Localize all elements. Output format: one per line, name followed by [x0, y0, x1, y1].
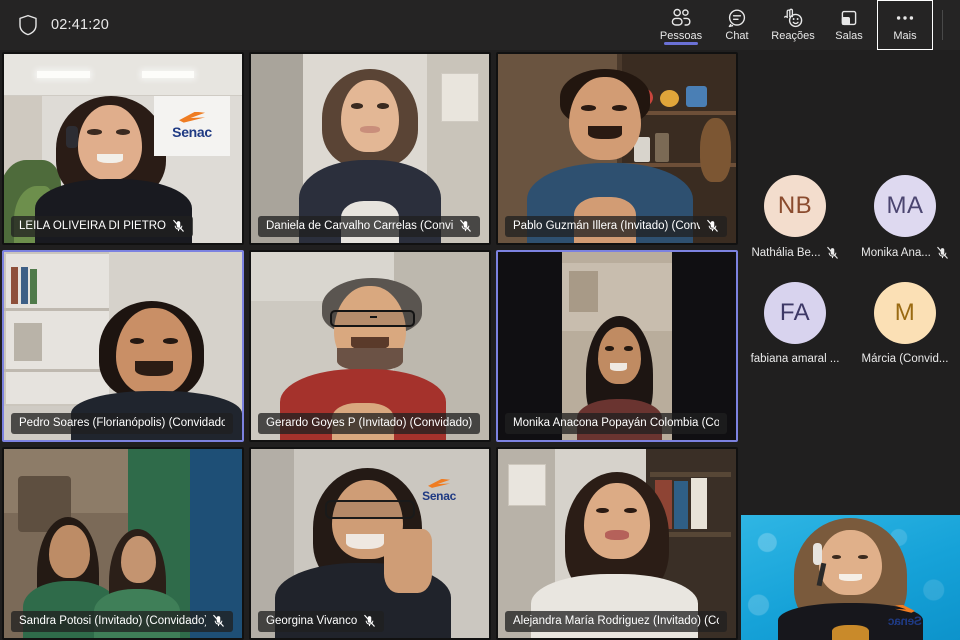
people-icon [670, 7, 692, 29]
shield-icon [18, 14, 38, 36]
senac-wordmark: Senac [422, 488, 456, 503]
video-tile-monika[interactable]: Monika Anacona Popayán Colombia (Co... [496, 249, 738, 443]
participant-name: Nathália Be... [751, 247, 821, 259]
toolbar-button-mais[interactable]: Mais [877, 0, 933, 50]
mic-muted-icon [364, 614, 376, 627]
participant-name-chip: Georgina Vivanco [258, 611, 385, 632]
mic-muted-icon [826, 246, 838, 259]
video-stream [4, 449, 242, 638]
avatar: FA [764, 282, 826, 344]
toolbar-button-salas[interactable]: Salas [821, 0, 877, 50]
mic-muted-icon [173, 219, 184, 232]
toolbar-button-chat[interactable]: Chat [709, 0, 765, 50]
video-grid: Senac LEILA OLIVEIRA DI PIETRO Daniela d… [0, 50, 740, 640]
chat-icon [727, 7, 747, 29]
mic-muted-icon [213, 614, 224, 627]
participant-name: LEILA OLIVEIRA DI PIETRO [19, 219, 167, 232]
participant-name: Márcia (Convid... [861, 353, 949, 365]
toolbar-button-reacoes[interactable]: Reações [765, 0, 821, 50]
video-tile-alejandra[interactable]: Alejandra María Rodriguez (Invitado) (Co… [496, 447, 738, 640]
senac-swoosh-icon [179, 111, 206, 123]
active-tab-underline [664, 42, 698, 45]
participant-name-chip: LEILA OLIVEIRA DI PIETRO [11, 215, 194, 237]
senac-swoosh-icon [428, 478, 451, 488]
video-tile-gerardo[interactable]: Gerardo Goyes P (Invitado) (Convidado) [249, 249, 491, 443]
avatar-caption: Márcia (Convid... [862, 353, 949, 365]
video-tile-pedro[interactable]: Pedro Soares (Florianópolis) (Convidado) [2, 249, 244, 443]
avatar-caption: fabiana amaral ... [751, 353, 840, 365]
avatar: M [874, 282, 936, 344]
meeting-timer: 02:41:20 [51, 17, 110, 33]
video-stream [498, 449, 736, 638]
toolbar-divider [942, 10, 943, 40]
participant-name-chip: Gerardo Goyes P (Invitado) (Convidado) [258, 413, 480, 435]
participant-name: Monika Ana... [861, 247, 931, 259]
participant-name: Pablo Guzmán Illera (Invitado) (Convi... [513, 219, 700, 232]
avatar-participants-list: NB Nathália Be... MA Monika Ana... FA fa… [740, 175, 960, 365]
participant-name: Gerardo Goyes P (Invitado) (Convidado) [266, 417, 472, 430]
participant-name: Alejandra María Rodriguez (Invitado) (Co… [513, 615, 719, 627]
participant-name: Pedro Soares (Florianópolis) (Convidado) [19, 417, 225, 430]
video-tile-pablo[interactable]: Pablo Guzmán Illera (Invitado) (Convi... [496, 52, 738, 245]
senac-wordmark: Senac [172, 123, 212, 140]
toolbar-label-reacoes: Reações [771, 30, 815, 42]
avatar-participant-monika[interactable]: MA Monika Ana... [850, 175, 960, 260]
toolbar-button-pessoas[interactable]: Pessoas [653, 0, 709, 50]
video-stream [251, 54, 489, 243]
video-stream [498, 54, 736, 243]
video-stream [251, 251, 489, 441]
video-tile-leila[interactable]: Senac LEILA OLIVEIRA DI PIETRO [2, 52, 244, 245]
avatar-caption: Monika Ana... [861, 246, 949, 260]
video-tile-sandra[interactable]: Sandra Potosi (Invitado) (Convidado) [2, 447, 244, 640]
self-view-tile[interactable]: Senac [741, 515, 960, 640]
video-stream [498, 251, 736, 441]
more-icon [894, 7, 916, 29]
avatar: MA [874, 175, 936, 237]
reactions-icon [782, 7, 804, 29]
participant-name-chip: Alejandra María Rodriguez (Invitado) (Co… [505, 611, 727, 632]
toolbar-label-mais: Mais [893, 30, 917, 42]
toolbar-label-salas: Salas [835, 30, 863, 42]
participant-name: Monika Anacona Popayán Colombia (Co... [513, 417, 719, 430]
participant-name: Daniela de Carvalho Carrelas (Convid... [266, 219, 453, 232]
mic-muted-icon [936, 246, 948, 259]
video-tile-daniela[interactable]: Daniela de Carvalho Carrelas (Convid... [249, 52, 491, 245]
participant-name: Sandra Potosi (Invitado) (Convidado) [19, 615, 206, 627]
senac-swoosh-icon [895, 605, 915, 613]
video-tile-georgina[interactable]: Senac Georgina Vivanco [249, 447, 491, 640]
participant-name-chip: Pedro Soares (Florianópolis) (Convidado) [11, 413, 233, 435]
participant-name: Georgina Vivanco [266, 615, 358, 627]
participant-name-chip: Sandra Potosi (Invitado) (Convidado) [11, 611, 233, 632]
participant-name-chip: Monika Anacona Popayán Colombia (Co... [505, 413, 727, 435]
participant-name-chip: Pablo Guzmán Illera (Invitado) (Convi... [505, 215, 727, 237]
meeting-window: 02:41:20 Pessoas Chat Reações Salas Mais… [0, 0, 960, 640]
participant-name: fabiana amaral ... [750, 353, 840, 365]
avatar-caption: Nathália Be... [751, 246, 838, 260]
mic-muted-icon [460, 219, 471, 232]
avatar-participant-nathalia[interactable]: NB Nathália Be... [740, 175, 850, 260]
video-stream: Senac [4, 54, 242, 243]
video-stream: Senac [251, 449, 489, 638]
participant-name-chip: Daniela de Carvalho Carrelas (Convid... [258, 215, 480, 237]
mic-muted-icon [707, 219, 718, 232]
toolbar-label-chat: Chat [725, 30, 749, 42]
toolbar-actions: Pessoas Chat Reações Salas Mais [653, 0, 960, 50]
rooms-icon [839, 7, 859, 29]
avatar-participant-fabiana[interactable]: FA fabiana amaral ... [740, 282, 850, 365]
senac-wordmark: Senac [888, 613, 923, 628]
toolbar-left-group: 02:41:20 [0, 14, 109, 36]
video-stream [4, 251, 242, 441]
avatar: NB [764, 175, 826, 237]
avatar-participant-marcia[interactable]: M Márcia (Convid... [850, 282, 960, 365]
top-toolbar: 02:41:20 Pessoas Chat Reações Salas Mais [0, 0, 960, 50]
participants-side-panel: NB Nathália Be... MA Monika Ana... FA fa… [740, 50, 960, 640]
